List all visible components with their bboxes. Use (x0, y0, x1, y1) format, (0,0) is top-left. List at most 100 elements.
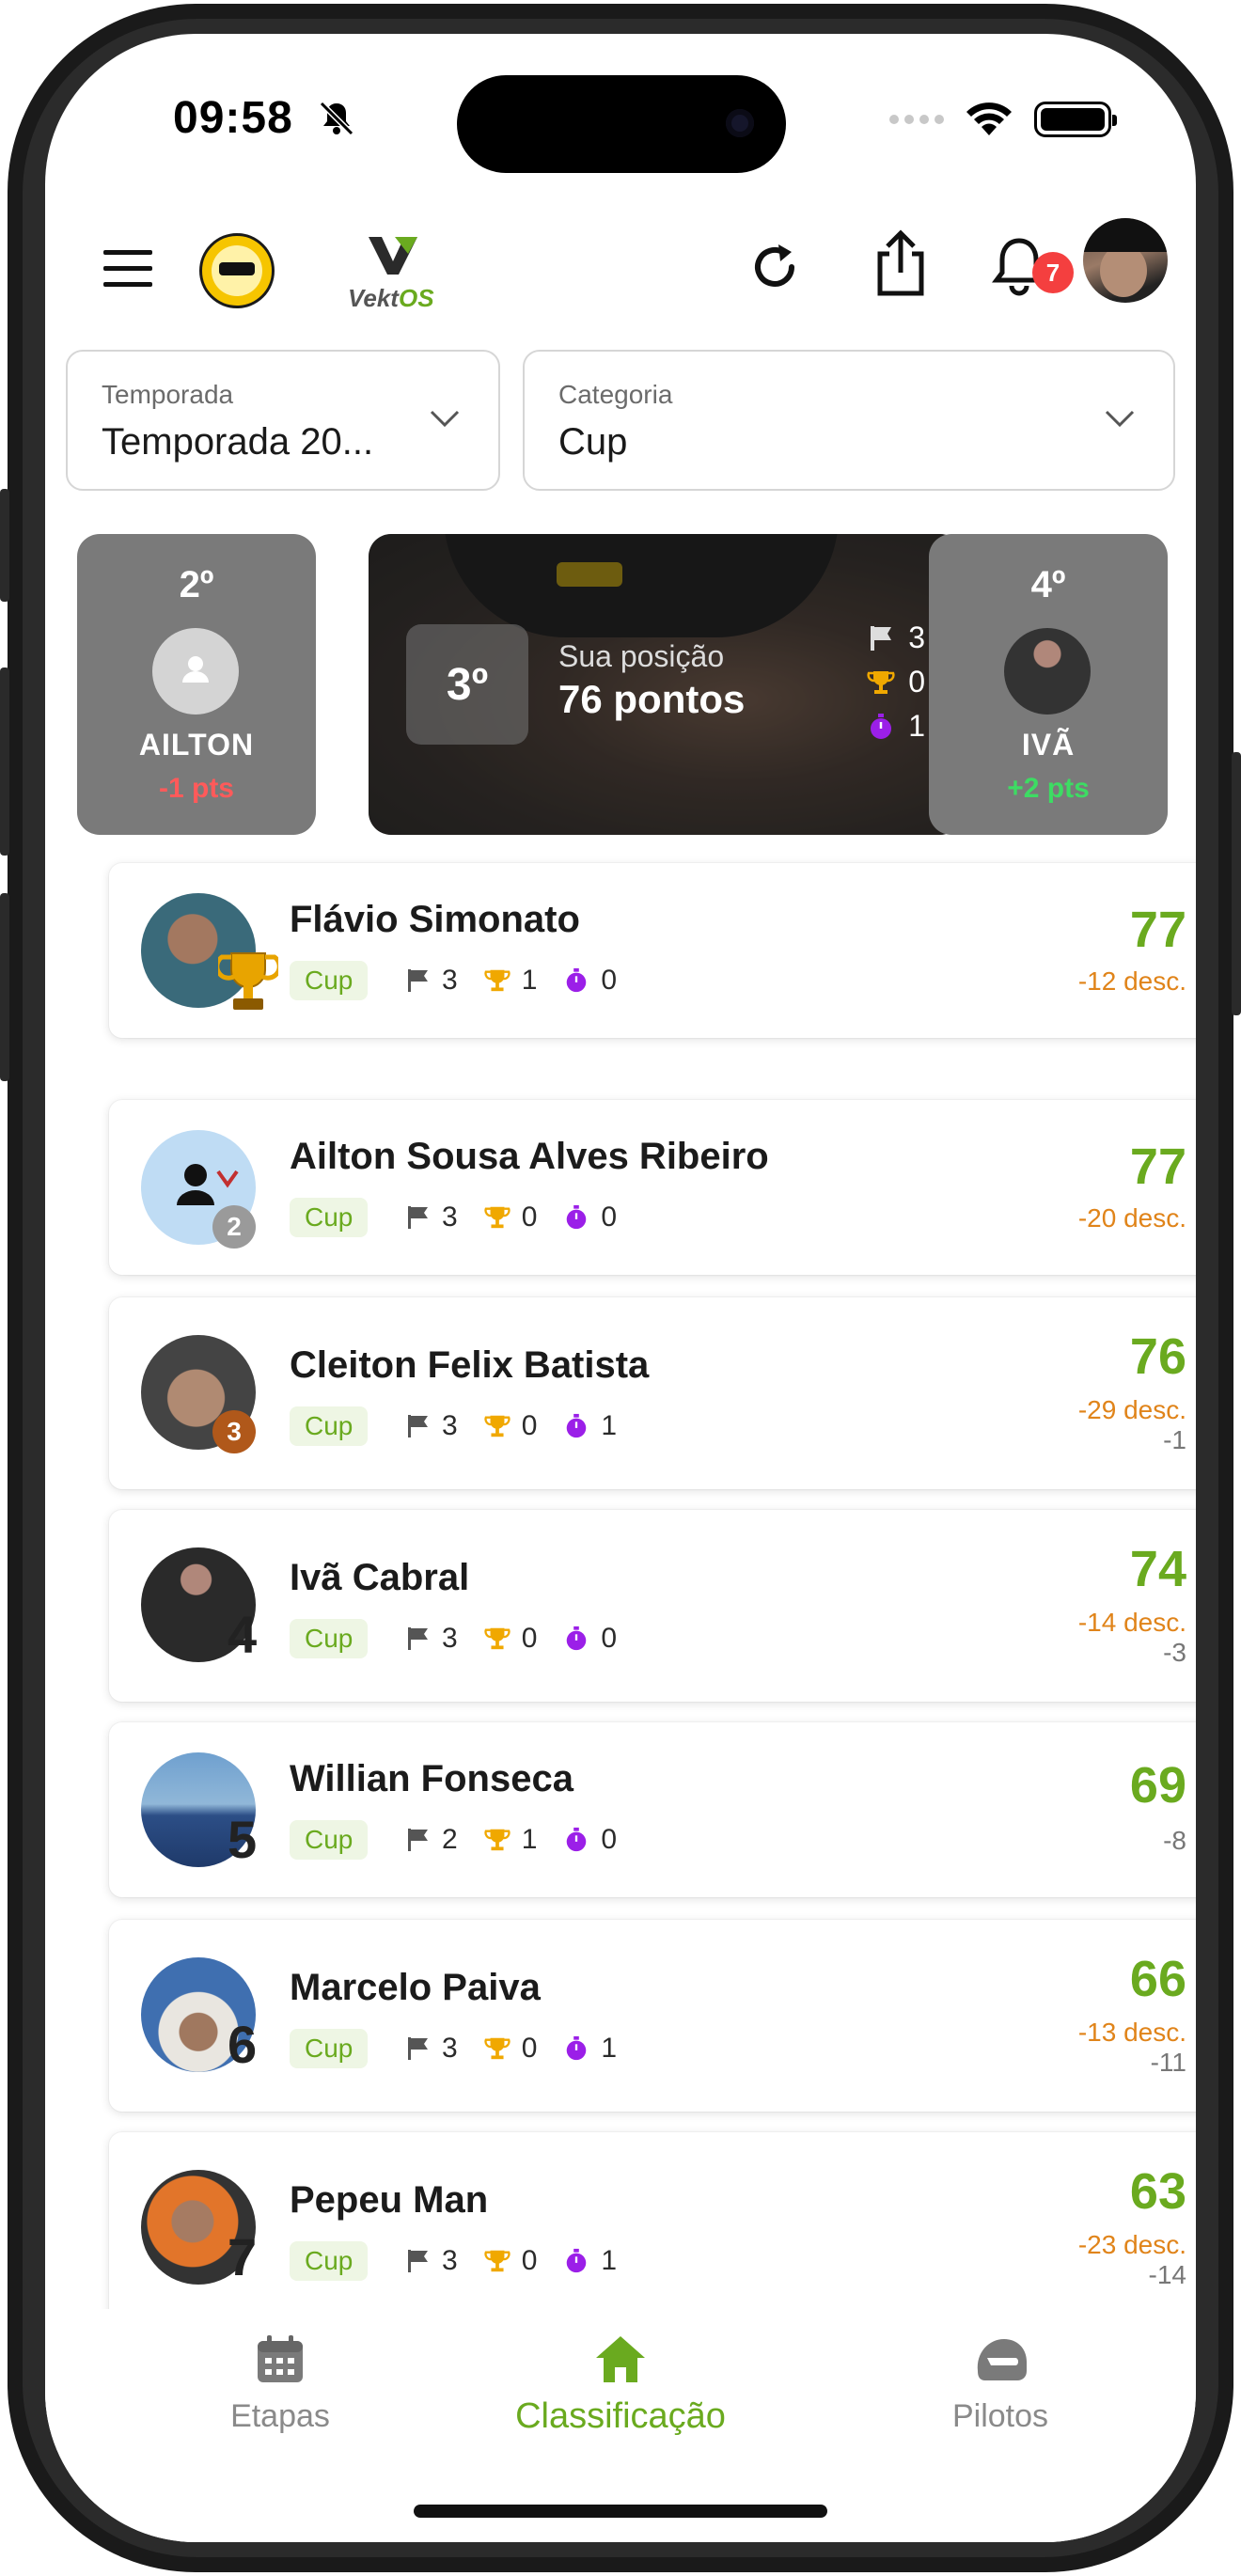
trophy-icon (484, 1206, 511, 1229)
nav-item-classificacao[interactable]: Classificação (470, 2333, 771, 2437)
trophy-icon (484, 2250, 511, 2272)
trophy-icon (218, 952, 278, 1010)
user-avatar[interactable] (1083, 218, 1168, 303)
flag-icon (408, 1829, 428, 1851)
nav-item-pilotos[interactable]: Pilotos (906, 2333, 1094, 2435)
rank-number: 4 (228, 1605, 258, 1664)
flag-icon (871, 625, 892, 651)
bronze-medal-badge: 3 (212, 1410, 256, 1453)
flags-count: 2 (442, 1824, 458, 1855)
season-select[interactable]: Temporada Temporada 20... (66, 350, 500, 491)
trophies-count: 0 (521, 2245, 538, 2276)
chevron-down-icon (1105, 410, 1135, 428)
category-tag: Cup (290, 2241, 369, 2281)
home-icon (596, 2336, 645, 2382)
driver-score: 77 (1129, 1139, 1186, 1195)
driver-score: 63 (1129, 2163, 1186, 2220)
flag-icon (408, 1627, 428, 1650)
standings-row[interactable]: 7 Pepeu Man Cup 3 0 1 63 -23 desc. -14 (109, 2132, 1196, 2324)
points-behind-leader: -11 (1150, 2048, 1186, 2077)
fastest-laps-count: 0 (601, 965, 618, 996)
current-points: 76 pontos (558, 677, 746, 721)
podium-card-current[interactable]: 3º Sua posição 76 pontos 3 0 1 (369, 534, 963, 835)
stopwatch-icon (567, 1626, 587, 1651)
standings-row[interactable]: 4 Ivã Cabral Cup 3 0 0 74 -14 desc. -3 (109, 1510, 1196, 1702)
driver-name: Cleiton Felix Batista (290, 1344, 650, 1386)
current-position: 3º (406, 624, 528, 745)
trophy-icon (484, 969, 511, 992)
driver-score: 66 (1129, 1951, 1186, 2007)
stopwatch-icon (567, 1204, 587, 1230)
trophy-icon (484, 1829, 511, 1851)
fastest-laps-count: 0 (601, 1202, 618, 1233)
driver-discount: -29 desc. (1077, 1395, 1186, 1424)
standings-row[interactable]: Flávio Simonato Cup 3 1 0 77 -12 desc. (109, 863, 1196, 1038)
flag-icon (408, 969, 428, 992)
season-select-label: Temporada (102, 380, 234, 409)
vektos-logo: VektOS (348, 235, 451, 312)
flags-count: 3 (442, 1623, 458, 1654)
current-fastest-laps: 1 (908, 709, 925, 743)
standings-row[interactable]: 3 Cleiton Felix Batista Cup 3 0 1 76 -29… (109, 1297, 1196, 1489)
category-tag: Cup (290, 961, 369, 1000)
podium-name: IVÃ (1021, 728, 1076, 762)
trophy-icon (484, 2037, 511, 2060)
podium-points-diff: -1 pts (158, 773, 234, 804)
share-icon[interactable] (872, 228, 929, 299)
podium-card-previous[interactable]: 2º AILTON -1 pts (77, 534, 316, 835)
calendar-icon (258, 2335, 303, 2382)
logo-text-suffix: OS (398, 284, 434, 312)
podium-name: AILTON (138, 728, 255, 762)
flags-count: 3 (442, 1202, 458, 1233)
rank-number: 7 (228, 2227, 258, 2286)
stopwatch-icon (567, 2035, 587, 2061)
category-select-value: Cup (558, 421, 628, 463)
driver-score: 76 (1129, 1328, 1186, 1385)
trophies-count: 0 (521, 1202, 538, 1233)
driver-name: Flávio Simonato (290, 899, 580, 940)
standings-row[interactable]: 2 Ailton Sousa Alves Ribeiro Cup 3 0 0 7… (109, 1100, 1196, 1275)
helmet-icon (977, 2339, 1027, 2380)
nav-item-etapas[interactable]: Etapas (186, 2333, 374, 2435)
hamburger-menu-icon[interactable] (103, 250, 152, 288)
category-tag: Cup (290, 1820, 369, 1860)
nav-label: Classificação (515, 2396, 726, 2436)
category-tag: Cup (290, 1406, 369, 1446)
category-select[interactable]: Categoria Cup (523, 350, 1175, 491)
home-indicator[interactable] (414, 2505, 827, 2518)
current-trophies: 0 (908, 665, 925, 699)
rank-number: 5 (228, 1810, 258, 1869)
rank-number: 6 (228, 2015, 258, 2074)
trophies-count: 0 (521, 2033, 538, 2064)
podium-card-next[interactable]: 4º IVÃ +2 pts (929, 534, 1168, 835)
cellular-signal-icon (889, 115, 944, 124)
stopwatch-icon (567, 967, 587, 993)
fastest-laps-count: 1 (601, 1410, 618, 1441)
stopwatch-icon (567, 1413, 587, 1438)
silver-medal-badge: 2 (212, 1205, 256, 1249)
wifi-icon (966, 102, 1012, 135)
silent-mode-icon (319, 101, 354, 136)
notification-count-badge[interactable]: 7 (1032, 252, 1074, 293)
driver-discount: -13 desc. (1077, 2018, 1186, 2047)
driver-name: Ailton Sousa Alves Ribeiro (290, 1136, 769, 1177)
refresh-icon[interactable] (746, 239, 803, 295)
driver-discount: -14 desc. (1077, 1608, 1186, 1637)
flag-icon (408, 2037, 428, 2060)
trophy-icon (484, 1627, 511, 1650)
trophies-count: 1 (521, 965, 538, 996)
driver-name: Willian Fonseca (290, 1758, 573, 1799)
points-behind-leader: -14 (1148, 2260, 1186, 2289)
podium-position: 2º (179, 564, 214, 605)
points-behind-leader: -8 (1163, 1826, 1186, 1855)
current-flags: 3 (908, 620, 925, 654)
podium-position: 4º (1030, 564, 1066, 605)
podium-points-diff: +2 pts (1007, 773, 1090, 804)
standings-row[interactable]: 6 Marcelo Paiva Cup 3 0 1 66 -13 desc. -… (109, 1920, 1196, 2112)
standings-row[interactable]: 5 Willian Fonseca Cup 2 1 0 69 -8 (109, 1722, 1196, 1897)
app-screen: 09:58 VektOS 7 Temporada Temporada 20...… (45, 34, 1196, 2542)
category-tag: Cup (290, 2029, 369, 2068)
status-indicators (889, 102, 1117, 137)
trophies-count: 0 (521, 1623, 538, 1654)
driver-discount: -12 desc. (1077, 966, 1186, 996)
